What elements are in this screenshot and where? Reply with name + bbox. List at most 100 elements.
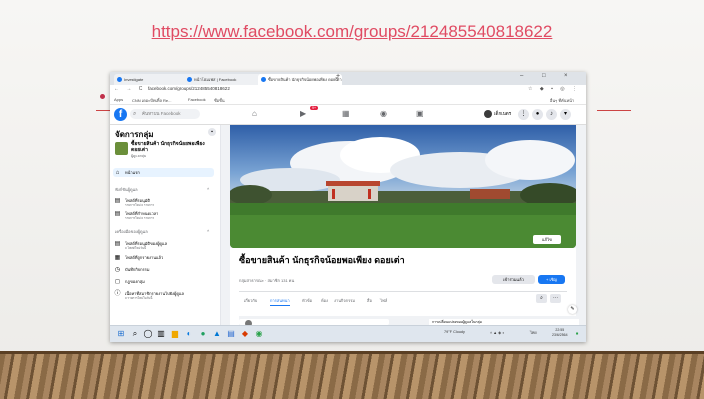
profile-name: เด็กเนตร	[494, 111, 512, 117]
sidebar-item-pending[interactable]: ▤ โพสต์ที่รอนุมัติ รายการใหม่ 0 รายการ	[114, 196, 154, 207]
weather-status[interactable]: 79°F Cloudy	[444, 330, 465, 334]
messenger-icon[interactable]: ●	[532, 109, 543, 120]
bookmark-item[interactable]: ชื่อชิ้น	[214, 97, 225, 104]
sidebar-item-label: โพสต์ที่ถูกรายงานแล้ว	[125, 255, 164, 260]
tab-group[interactable]: ซื้อขายสินค้า นักธุรกิจน้อยพอเพียง ดอยเต…	[258, 74, 342, 85]
more-icon[interactable]: ···	[550, 294, 561, 303]
url-field[interactable]: facebook.com/groups/212485540818622	[148, 86, 230, 91]
windows-taskbar: ⊞ ⌕ ◯ ▥ ▆ ◐ ● ▲ ▤ ◆ ◉ 79°F Cloudy ˄ ▲ ◈ …	[110, 325, 586, 342]
report-icon: ▦	[114, 255, 121, 261]
tab-rooms[interactable]: ห้อง	[321, 297, 328, 304]
sidebar-item-member-reports[interactable]: ⓘ เนื้อหาที่สมาชิกรายงานไปยังผู้ดูแล 0 ราย…	[114, 289, 184, 300]
bell-icon[interactable]: ♪	[546, 109, 557, 120]
watch-icon[interactable]: ▶	[300, 109, 306, 118]
sidebar-item-rules[interactable]: ◻ กฎของกลุ่ม	[114, 277, 145, 286]
edge-icon[interactable]: ◐	[184, 329, 194, 339]
bookmarks-bar: Apps CNN เดอะบีทเทิ้ล Re... Facebook ชื่…	[110, 96, 586, 105]
group-thumbnail[interactable]	[115, 142, 128, 155]
bookmark-item[interactable]: CNN เดอะบีทเทิ้ล Re...	[132, 97, 171, 104]
new-tab-button[interactable]: +	[336, 73, 340, 80]
search-icon: ⌕	[133, 111, 137, 117]
tab-about[interactable]: เกี่ยวกับ	[244, 297, 257, 304]
profile-chip[interactable]: เด็กเนตร	[484, 110, 511, 118]
search-input[interactable]: ⌕ ค้นหาบน Facebook	[130, 109, 200, 119]
gaming-icon[interactable]: ▣	[416, 109, 424, 118]
task-view-icon[interactable]: ◯	[143, 329, 153, 339]
sidebar-item-label: กฎของกลุ่ม	[125, 279, 145, 284]
post-icon: ▤	[114, 241, 121, 247]
sidebar-item-home[interactable]: ⌂ หน้าแรก	[113, 168, 214, 177]
chevron-up-icon: ˄	[207, 228, 210, 233]
browser-screenshot: Investigate× หน้าโฮมเฟส | Facebook× ซื้อ…	[110, 72, 586, 342]
notifications-icon[interactable]: ▪	[572, 329, 582, 339]
calendar-icon: ▤	[114, 211, 121, 217]
sidebar-item-reported[interactable]: ▦ โพสต์ที่ถูกรายงานแล้ว	[114, 253, 164, 262]
window-close-icon[interactable]: ×	[564, 73, 568, 79]
sidebar-item-admin-pending[interactable]: ▤ โพสต์ที่รอนุมัติของผู้ดูแล 0 โพสต์ใหม่วั…	[114, 239, 167, 250]
widgets-icon[interactable]: ▥	[156, 329, 166, 339]
cover-image	[230, 125, 576, 248]
store-icon[interactable]: ▲	[212, 329, 222, 339]
clock-icon: ◷	[114, 267, 121, 273]
bookmark-item[interactable]: Facebook	[188, 97, 206, 102]
bookmark-item[interactable]: Apps	[114, 97, 123, 102]
sidebar-item-sub: รายการใหม่ 0 รายการ	[125, 216, 155, 220]
compose-icon[interactable]: ✎	[568, 305, 577, 314]
facebook-logo-icon[interactable]: f	[114, 108, 127, 121]
powerpoint-icon[interactable]: ◆	[240, 329, 250, 339]
edit-label: แก้ไข	[542, 237, 552, 242]
tab-files[interactable]: ไฟล์	[380, 297, 387, 304]
group-name[interactable]: ซื้อขายสินค้า นักธุรกิจน้อยพอเพียง ดอยเต…	[131, 141, 216, 153]
extension-icons[interactable]: ☆ ◆ ▪ ◎ ⋮	[528, 86, 580, 92]
tab-facebook-home[interactable]: หน้าโฮมเฟส | Facebook×	[184, 74, 266, 85]
bookmark-other[interactable]: อื่นๆ ที่คั่นหน้า	[550, 97, 574, 104]
tab-discussion[interactable]: การสนทนา	[270, 297, 290, 306]
chevron-up-icon: ˄	[207, 186, 210, 191]
sidebar-settings-icon[interactable]: ▪	[208, 128, 216, 136]
group-main: แก้ไข ซื้อขายสินค้า นักธุรกิจน้อยพอเพียง…	[221, 125, 586, 327]
tab-media[interactable]: สื่อ	[367, 297, 372, 304]
groups-icon[interactable]: ◉	[380, 109, 387, 118]
sidebar-item-activity-log[interactable]: ◷ บันทึกกิจกรรม	[114, 265, 150, 274]
notification-badge: 9+	[310, 106, 318, 110]
tab-strip: Investigate× หน้าโฮมเฟส | Facebook× ซื้อ…	[110, 72, 586, 85]
maximize-icon[interactable]: □	[542, 73, 546, 79]
system-clock[interactable]: 22:55 23/6/2564	[552, 328, 568, 338]
nav-buttons[interactable]: ← → C	[114, 86, 145, 92]
chrome-icon[interactable]: ●	[198, 329, 208, 339]
windows-start-icon[interactable]: ⊞	[116, 329, 126, 339]
menu-icon[interactable]: ⋮	[518, 109, 529, 120]
search-icon[interactable]: ⌕	[130, 329, 140, 339]
tab-topics[interactable]: หัวข้อ	[302, 297, 312, 304]
minimize-icon[interactable]: –	[520, 73, 523, 79]
marketplace-icon[interactable]: ▦	[342, 109, 350, 118]
sidebar-item-scheduled[interactable]: ▤ โพสต์ที่กำหนดเวลา รายการใหม่ 0 รายการ	[114, 209, 159, 220]
input-language[interactable]: ไทย	[530, 330, 537, 336]
tray-icons[interactable]: ˄ ▲ ◈ ◖	[490, 330, 504, 335]
sidebar-section-admin[interactable]: ฟังก์ชันผู้ดูแล ˄	[115, 186, 209, 193]
chrome-alt-icon[interactable]: ◉	[254, 329, 264, 339]
group-sidebar: จัดการกลุ่ม ▪ ซื้อขายสินค้า นักธุรกิจน้อ…	[110, 125, 221, 325]
sidebar-item-sub: 0 โพสต์ใหม่วันนี้	[125, 246, 147, 250]
account-dropdown-icon[interactable]: ▾	[560, 109, 571, 120]
post-icon: ▤	[114, 198, 121, 204]
avatar	[484, 110, 492, 118]
page-title: ซื้อขายสินค้า นักธุรกิจน้อยพอเพียง ดอยเต…	[239, 255, 405, 265]
facebook-topbar: f ⌕ ค้นหาบน Facebook ⌂ ▶ 9+ ▦ ◉ ▣ เด็กเนต…	[110, 105, 586, 125]
sidebar-section-tools[interactable]: เครื่องมือของผู้ดูแล ˄	[115, 228, 209, 235]
slide-link[interactable]: https://www.facebook.com/groups/21248554…	[0, 22, 704, 42]
edit-cover-button[interactable]: แก้ไข	[533, 235, 561, 244]
tab-events[interactable]: งานกิจกรรม	[334, 297, 355, 304]
group-search-icon[interactable]: ⌕	[536, 294, 547, 303]
tab-investigate[interactable]: Investigate×	[114, 74, 192, 85]
joined-button[interactable]: เข้าร่วมแล้ว	[492, 275, 535, 284]
file-explorer-icon[interactable]: ▆	[170, 329, 180, 339]
home-icon: ⌂	[115, 170, 120, 176]
clock-date: 23/6/2564	[552, 333, 568, 337]
info-icon: ⓘ	[114, 291, 121, 297]
divider-right	[597, 110, 631, 111]
tab-label: หน้าโฮมเฟส | Facebook	[194, 77, 237, 82]
home-icon[interactable]: ⌂	[252, 109, 257, 118]
mail-icon[interactable]: ▤	[226, 329, 236, 339]
invite-button[interactable]: + เชิญ	[538, 275, 565, 284]
